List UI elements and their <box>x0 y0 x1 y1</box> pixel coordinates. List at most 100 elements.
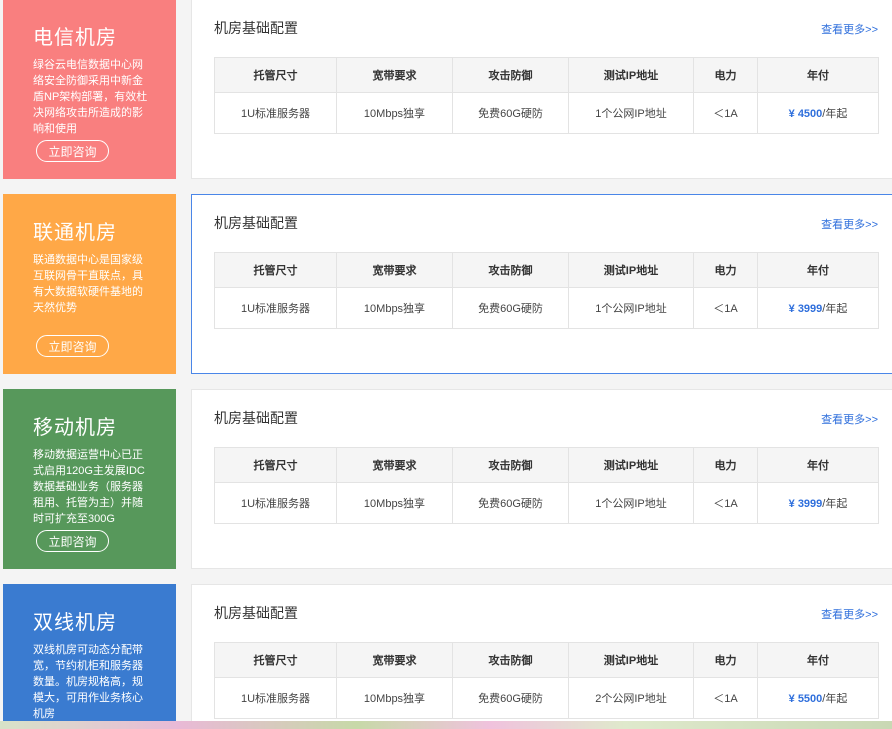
column-header: 电力 <box>693 447 758 483</box>
table-cell: 免费60G硬防 <box>452 677 569 719</box>
table-cell: 免费60G硬防 <box>452 287 569 329</box>
view-more-link[interactable]: 查看更多>> <box>821 216 878 232</box>
column-header: 攻击防御 <box>452 447 569 483</box>
table-cell: 1个公网IP地址 <box>568 482 694 524</box>
spec-table: 托管尺寸 宽带要求 攻击防御 测试IP地址 电力 年付 1U标准服务器 10Mb… <box>214 447 879 524</box>
room-description: 联通数据中心是国家级互联网骨干直联点，具有大数据软硬件基地的天然优势 <box>33 254 143 314</box>
panel-title: 机房基础配置 <box>214 605 298 621</box>
table-header-row: 托管尺寸 宽带要求 攻击防御 测试IP地址 电力 年付 <box>214 447 879 483</box>
config-panel: 机房基础配置 查看更多>> 托管尺寸 宽带要求 攻击防御 测试IP地址 电力 年… <box>191 584 892 722</box>
view-more-link[interactable]: 查看更多>> <box>821 21 878 37</box>
table-cell: 1U标准服务器 <box>214 677 337 719</box>
price-value: ¥ 5500 <box>788 693 823 705</box>
consult-button[interactable]: 立即咨询 <box>36 140 109 162</box>
column-header: 电力 <box>693 57 758 93</box>
column-header: 托管尺寸 <box>214 252 337 288</box>
room-title: 双线机房 <box>33 612 117 634</box>
table-cell: 2个公网IP地址 <box>568 677 694 719</box>
price-unit: /年起 <box>822 303 848 315</box>
table-cell: 1个公网IP地址 <box>568 92 694 134</box>
column-header: 托管尺寸 <box>214 642 337 678</box>
room-row-dual: 双线机房 双线机房可动态分配带宽，节约机柜和服务器数量。机房规格高，规模大，可用… <box>0 584 892 722</box>
panel-title: 机房基础配置 <box>214 215 298 231</box>
table-cell: ＜1A <box>693 482 758 524</box>
column-header: 电力 <box>693 252 758 288</box>
table-cell: 10Mbps独享 <box>336 677 453 719</box>
column-header: 年付 <box>757 447 879 483</box>
table-header-row: 托管尺寸 宽带要求 攻击防御 测试IP地址 电力 年付 <box>214 252 879 288</box>
table-cell: 免费60G硬防 <box>452 92 569 134</box>
column-header: 托管尺寸 <box>214 57 337 93</box>
column-header: 托管尺寸 <box>214 447 337 483</box>
config-panel: 机房基础配置 查看更多>> 托管尺寸 宽带要求 攻击防御 测试IP地址 电力 年… <box>191 0 892 179</box>
price-value: ¥ 3999 <box>788 498 823 510</box>
consult-button[interactable]: 立即咨询 <box>36 335 109 357</box>
table-header-row: 托管尺寸 宽带要求 攻击防御 测试IP地址 电力 年付 <box>214 57 879 93</box>
room-description: 双线机房可动态分配带宽，节约机柜和服务器数量。机房规格高，规模大，可用作业务核心… <box>33 644 143 720</box>
column-header: 测试IP地址 <box>568 642 694 678</box>
price-cell: ¥ 3999/年起 <box>757 287 879 329</box>
column-header: 测试IP地址 <box>568 57 694 93</box>
table-cell: 10Mbps独享 <box>336 92 453 134</box>
room-row-unicom: 联通机房 联通数据中心是国家级互联网骨干直联点，具有大数据软硬件基地的天然优势 … <box>0 194 892 374</box>
price-value: ¥ 3999 <box>788 303 823 315</box>
price-unit: /年起 <box>822 498 848 510</box>
config-panel: 机房基础配置 查看更多>> 托管尺寸 宽带要求 攻击防御 测试IP地址 电力 年… <box>191 194 892 374</box>
view-more-link[interactable]: 查看更多>> <box>821 606 878 622</box>
column-header: 年付 <box>757 642 879 678</box>
column-header: 攻击防御 <box>452 57 569 93</box>
column-header: 宽带要求 <box>336 252 453 288</box>
column-header: 电力 <box>693 642 758 678</box>
room-tile-dual: 双线机房 双线机房可动态分配带宽，节约机柜和服务器数量。机房规格高，规模大，可用… <box>3 584 176 722</box>
table-cell: ＜1A <box>693 677 758 719</box>
table-row: 1U标准服务器 10Mbps独享 免费60G硬防 2个公网IP地址 ＜1A ¥ … <box>214 677 879 719</box>
price-cell: ¥ 5500/年起 <box>757 677 879 719</box>
column-header: 攻击防御 <box>452 252 569 288</box>
view-more-link[interactable]: 查看更多>> <box>821 411 878 427</box>
consult-button[interactable]: 立即咨询 <box>36 530 109 552</box>
table-cell: 1U标准服务器 <box>214 287 337 329</box>
column-header: 年付 <box>757 252 879 288</box>
table-row: 1U标准服务器 10Mbps独享 免费60G硬防 1个公网IP地址 ＜1A ¥ … <box>214 287 879 329</box>
column-header: 攻击防御 <box>452 642 569 678</box>
room-tile-telecom: 电信机房 绿谷云电信数据中心网络安全防御采用中新金盾NP架构部署，有效杜决网络攻… <box>3 0 176 179</box>
panel-title: 机房基础配置 <box>214 20 298 36</box>
table-cell: 1个公网IP地址 <box>568 287 694 329</box>
table-cell: 10Mbps独享 <box>336 482 453 524</box>
room-description: 绿谷云电信数据中心网络安全防御采用中新金盾NP架构部署，有效杜决网络攻击所造成的… <box>33 59 148 135</box>
price-unit: /年起 <box>822 108 848 120</box>
spec-table: 托管尺寸 宽带要求 攻击防御 测试IP地址 电力 年付 1U标准服务器 10Mb… <box>214 642 879 719</box>
table-cell: ＜1A <box>693 92 758 134</box>
table-cell: 10Mbps独享 <box>336 287 453 329</box>
config-panel: 机房基础配置 查看更多>> 托管尺寸 宽带要求 攻击防御 测试IP地址 电力 年… <box>191 389 892 569</box>
spec-table: 托管尺寸 宽带要求 攻击防御 测试IP地址 电力 年付 1U标准服务器 10Mb… <box>214 57 879 134</box>
panel-title: 机房基础配置 <box>214 410 298 426</box>
price-unit: /年起 <box>822 693 848 705</box>
room-title: 移动机房 <box>33 417 117 439</box>
column-header: 测试IP地址 <box>568 447 694 483</box>
column-header: 年付 <box>757 57 879 93</box>
table-cell: 1U标准服务器 <box>214 482 337 524</box>
room-row-mobile: 移动机房 移动数据运营中心已正式启用120G主发展IDC数据基础业务（服务器租用… <box>0 389 892 569</box>
table-cell: 1U标准服务器 <box>214 92 337 134</box>
column-header: 测试IP地址 <box>568 252 694 288</box>
room-tile-unicom: 联通机房 联通数据中心是国家级互联网骨干直联点，具有大数据软硬件基地的天然优势 … <box>3 194 176 374</box>
column-header: 宽带要求 <box>336 642 453 678</box>
room-row-telecom: 电信机房 绿谷云电信数据中心网络安全防御采用中新金盾NP架构部署，有效杜决网络攻… <box>0 0 892 179</box>
room-description: 移动数据运营中心已正式启用120G主发展IDC数据基础业务（服务器租用、托管为主… <box>33 449 145 525</box>
room-tile-mobile: 移动机房 移动数据运营中心已正式启用120G主发展IDC数据基础业务（服务器租用… <box>3 389 176 569</box>
column-header: 宽带要求 <box>336 57 453 93</box>
table-row: 1U标准服务器 10Mbps独享 免费60G硬防 1个公网IP地址 ＜1A ¥ … <box>214 92 879 134</box>
spec-table: 托管尺寸 宽带要求 攻击防御 测试IP地址 电力 年付 1U标准服务器 10Mb… <box>214 252 879 329</box>
table-header-row: 托管尺寸 宽带要求 攻击防御 测试IP地址 电力 年付 <box>214 642 879 678</box>
room-title: 电信机房 <box>33 27 117 49</box>
room-title: 联通机房 <box>33 222 117 244</box>
price-value: ¥ 4500 <box>788 108 823 120</box>
table-cell: ＜1A <box>693 287 758 329</box>
price-cell: ¥ 3999/年起 <box>757 482 879 524</box>
table-row: 1U标准服务器 10Mbps独享 免费60G硬防 1个公网IP地址 ＜1A ¥ … <box>214 482 879 524</box>
column-header: 宽带要求 <box>336 447 453 483</box>
table-cell: 免费60G硬防 <box>452 482 569 524</box>
footer-background-image <box>0 721 892 729</box>
price-cell: ¥ 4500/年起 <box>757 92 879 134</box>
